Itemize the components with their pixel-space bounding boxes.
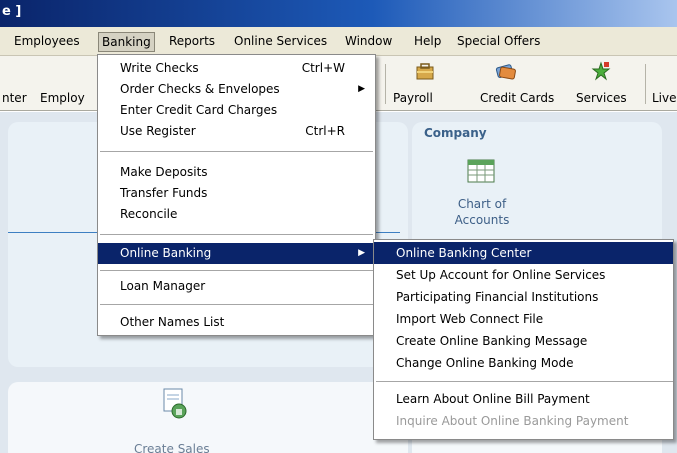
menu-bar: Employees Banking Reports Online Service… <box>0 27 677 56</box>
menu-item-use-register[interactable]: Use Register Ctrl+R <box>98 121 375 142</box>
chart-of-accounts-icon[interactable] <box>466 156 496 184</box>
submenu-item-inquire-payment: Inquire About Online Banking Payment <box>396 414 629 428</box>
shortcut-write-checks: Ctrl+W <box>301 61 345 75</box>
menu-item-other-names-list[interactable]: Other Names List <box>98 312 375 333</box>
menu-item-make-deposits[interactable]: Make Deposits <box>98 162 375 183</box>
payroll-icon <box>414 60 436 82</box>
submenu-item-import-web-connect[interactable]: Import Web Connect File <box>374 308 673 330</box>
create-sales-label[interactable]: Create Sales <box>134 442 210 453</box>
menu-separator <box>100 270 373 272</box>
menu-reports[interactable]: Reports <box>166 32 218 52</box>
online-banking-submenu: Online Banking Center Set Up Account for… <box>373 239 674 440</box>
banking-dropdown-menu: Write Checks Ctrl+W Order Checks & Envel… <box>97 54 376 336</box>
toolbar-separator <box>645 64 646 104</box>
menu-separator <box>100 151 373 153</box>
toolbar-button-employees[interactable]: Employ <box>40 91 85 105</box>
submenu-item-set-up-account[interactable]: Set Up Account for Online Services <box>374 264 673 286</box>
menu-item-loan-manager[interactable]: Loan Manager <box>98 276 375 297</box>
shortcut-use-register: Ctrl+R <box>305 124 345 138</box>
company-panel-title: Company <box>424 126 487 140</box>
menu-special-offers[interactable]: Special Offers <box>454 32 543 52</box>
menu-item-order-checks[interactable]: Order Checks & Envelopes ▶ <box>98 79 375 100</box>
menu-item-write-checks[interactable]: Write Checks Ctrl+W <box>98 58 375 79</box>
menu-banking[interactable]: Banking <box>98 32 155 52</box>
menu-item-reconcile[interactable]: Reconcile <box>98 204 375 225</box>
toolbar-separator <box>385 64 386 104</box>
submenu-item-participating-institutions[interactable]: Participating Financial Institutions <box>374 286 673 308</box>
menu-separator <box>100 234 373 236</box>
create-sales-icon[interactable] <box>160 387 190 421</box>
menu-item-enter-credit-card-charges[interactable]: Enter Credit Card Charges <box>98 100 375 121</box>
menu-online-services[interactable]: Online Services <box>231 32 330 52</box>
menu-separator <box>100 304 373 306</box>
toolbar-button-payroll[interactable]: Payroll <box>393 91 433 105</box>
toolbar-button-live[interactable]: Live <box>652 91 677 105</box>
toolbar-button-credit-cards[interactable]: Credit Cards <box>480 91 554 105</box>
toolbar-button-enter[interactable]: nter <box>2 91 27 105</box>
menu-help[interactable]: Help <box>411 32 444 52</box>
submenu-item-create-message[interactable]: Create Online Banking Message <box>374 330 673 352</box>
menu-window[interactable]: Window <box>342 32 395 52</box>
menu-item-online-banking[interactable]: Online Banking ▶ <box>98 243 375 264</box>
window-title: e ] <box>2 4 22 19</box>
submenu-arrow-icon: ▶ <box>358 84 365 94</box>
menu-separator <box>376 381 673 383</box>
submenu-item-learn-bill-payment[interactable]: Learn About Online Bill Payment <box>374 388 673 410</box>
services-icon <box>590 60 612 82</box>
title-bar: e ] <box>0 0 677 27</box>
menu-employees[interactable]: Employees <box>11 32 83 52</box>
submenu-arrow-icon: ▶ <box>358 248 365 258</box>
menu-item-transfer-funds[interactable]: Transfer Funds <box>98 183 375 204</box>
toolbar-button-services[interactable]: Services <box>576 91 627 105</box>
credit-cards-icon <box>495 60 517 82</box>
submenu-item-online-banking-center[interactable]: Online Banking Center <box>374 242 673 264</box>
chart-of-accounts-label[interactable]: Chart of Accounts <box>438 196 526 228</box>
submenu-item-change-mode[interactable]: Change Online Banking Mode <box>374 352 673 374</box>
